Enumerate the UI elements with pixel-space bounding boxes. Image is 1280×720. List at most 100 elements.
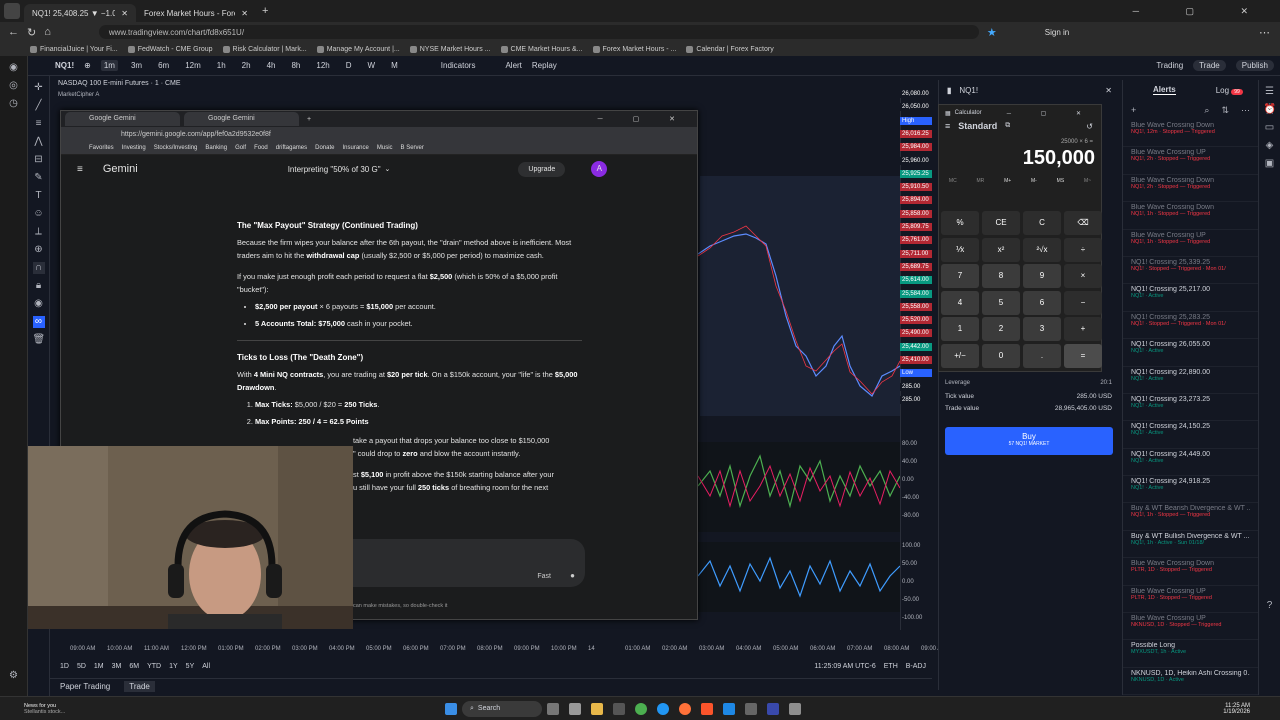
settings-icon[interactable]: ⚙ [8, 670, 20, 682]
app-icon[interactable] [723, 702, 735, 715]
equals-key[interactable]: = [1064, 343, 1102, 368]
digit-1-key[interactable]: 1 [941, 317, 979, 341]
digit-7-key[interactable]: 7 [941, 264, 979, 288]
trendline-icon[interactable]: ╱ [33, 100, 45, 112]
alert-item[interactable]: NQ1! Crossing 26,055.00 NQ1! · Active [1123, 339, 1258, 367]
reciprocal-key[interactable]: ⅟x [941, 237, 979, 262]
firefox-icon[interactable] [679, 702, 691, 715]
trade-button[interactable]: Trade [1193, 60, 1226, 71]
browser-tab-tradingview[interactable]: NQ1! 25,408.25 ▼ −1.06% Smi ✕ [24, 4, 136, 22]
alert-button[interactable]: Alert [505, 61, 521, 70]
avatar[interactable]: A [591, 161, 608, 177]
menu-icon[interactable]: ≡ [945, 121, 950, 131]
app-icon[interactable] [745, 702, 757, 715]
alert-item[interactable]: Blue Wave Crossing Down NQ1!, 1h · Stoppe… [1123, 202, 1258, 230]
chevron-down-icon[interactable]: ⌄ [385, 165, 391, 173]
news-widget[interactable]: News for you Stellantis stock... [0, 703, 110, 715]
menu-icon[interactable]: ≡ [77, 164, 83, 175]
memory-subtract[interactable]: M- [1031, 178, 1037, 184]
sidebar-icon[interactable]: ◉ [8, 62, 20, 74]
backspace-key[interactable]: ⌫ [1064, 211, 1102, 235]
timeframe-12m[interactable]: 12m [182, 60, 204, 71]
more-icon[interactable]: ⋯ [1241, 105, 1250, 116]
bookmark[interactable]: Calendar | Forex Factory [686, 45, 774, 53]
screens-icon[interactable]: ▣ [1264, 158, 1276, 170]
search-icon[interactable]: ⌕ [1204, 105, 1209, 116]
bookmark[interactable]: Forex Market Hours - ... [592, 45, 676, 53]
history-icon[interactable]: ↺ [1086, 122, 1093, 131]
taskview-icon[interactable] [547, 702, 559, 715]
chrome-icon[interactable] [635, 702, 647, 715]
bookmark[interactable]: Stocks/Investing [154, 145, 198, 151]
new-tab-icon[interactable]: + [262, 5, 268, 17]
percent-key[interactable]: % [941, 211, 979, 235]
alert-item[interactable]: Possible Long MYXUSDT, 1h · Active [1123, 640, 1258, 668]
watchlist-icon[interactable]: ☰ [1264, 86, 1276, 98]
bookmark[interactable]: Manage My Account |... [316, 45, 400, 53]
close-icon[interactable]: ✕ [241, 9, 248, 18]
trade-tab[interactable]: Trade [124, 681, 155, 692]
brave-icon[interactable] [701, 702, 713, 715]
time-axis[interactable]: 09:00 AM 10:00 AM 11:00 AM 12:00 PM 01:00 PM… [50, 642, 946, 656]
bookmark[interactable]: FedWatch - CME Group [127, 45, 213, 53]
sidebar-icon[interactable]: ◷ [8, 98, 20, 110]
digit-6-key[interactable]: 6 [1023, 290, 1061, 315]
range-1m[interactable]: 1M [94, 663, 104, 670]
divide-key[interactable]: ÷ [1064, 237, 1102, 262]
alert-item[interactable]: Blue Wave Crossing Down NQ1!, 2h · Stoppe… [1123, 175, 1258, 203]
range-1y[interactable]: 1Y [169, 663, 178, 670]
start-icon[interactable] [445, 702, 457, 715]
alert-item[interactable]: NQ1! Crossing 24,449.00 NQ1! · Active [1123, 449, 1258, 477]
back-icon[interactable]: ← [8, 26, 19, 38]
settings-icon[interactable] [569, 702, 581, 715]
alert-item[interactable]: Blue Wave Crossing Down PLTR, 1D · Stoppe… [1123, 558, 1258, 586]
sidebar-icon[interactable]: ◎ [8, 80, 20, 92]
zoom-icon[interactable]: ⊕ [33, 244, 45, 256]
adjustment-toggle[interactable]: B-ADJ [906, 663, 926, 670]
alert-item[interactable]: NQ1! Crossing 25,217.00 NQ1! · Active [1123, 284, 1258, 312]
buy-button[interactable]: Buy 57 NQ1! MARKET [945, 427, 1113, 455]
microphone-icon[interactable]: ● [570, 571, 575, 580]
clear-key[interactable]: C [1023, 211, 1061, 235]
app-icon[interactable] [789, 702, 801, 715]
memory-store[interactable]: MS [1057, 178, 1065, 184]
more-icon[interactable]: ⋯ [1259, 26, 1270, 39]
alert-item[interactable]: Buy & WT Bullish Divergence & WT ... NQ1!… [1123, 531, 1258, 559]
pattern-icon[interactable]: ⋀ [33, 136, 45, 148]
window-controls[interactable]: ─ ▢ ✕ [1133, 6, 1270, 17]
digit-5-key[interactable]: 5 [982, 290, 1020, 315]
alerts-tab[interactable]: Alerts [1153, 85, 1176, 95]
alerts-icon[interactable]: ⏰ [1264, 104, 1276, 116]
alert-item[interactable]: NQ1! Crossing 24,150.25 NQ1! · Active [1123, 421, 1258, 449]
timeframe-w[interactable]: W [365, 60, 379, 71]
bookmark[interactable]: Music [377, 145, 393, 151]
upgrade-button[interactable]: Upgrade [518, 161, 566, 177]
subtract-key[interactable]: − [1064, 290, 1102, 315]
range-6m[interactable]: 6M [129, 663, 139, 670]
timeframe-1m[interactable]: 1m [100, 60, 118, 71]
digit-8-key[interactable]: 8 [982, 264, 1020, 288]
magnet-icon[interactable]: ∩ [32, 262, 45, 274]
close-icon[interactable]: ✕ [1105, 86, 1112, 95]
range-5d[interactable]: 5D [77, 663, 86, 670]
window-controls[interactable]: ─ ▢ ✕ [1007, 110, 1095, 117]
memory-clear[interactable]: MC [949, 178, 957, 184]
url-field[interactable]: www.tradingview.com/chart/fd8x651U/ [98, 25, 979, 39]
app-icon[interactable] [767, 702, 779, 715]
square-key[interactable]: x² [982, 237, 1020, 262]
window-controls[interactable]: ─ ▢ ✕ [598, 115, 689, 123]
bookmark[interactable]: Insurance [343, 145, 369, 151]
alert-item[interactable]: Buy & WT Bearish Divergence & WT ... NQ1!… [1123, 503, 1258, 531]
close-icon[interactable]: ✕ [121, 9, 128, 18]
bookmark[interactable]: CME Market Hours &... [500, 45, 583, 53]
timeframe-m[interactable]: M [388, 60, 401, 71]
emoji-icon[interactable]: ☺ [33, 208, 45, 220]
symbol-search[interactable]: NQ1! [55, 61, 74, 70]
signin-button[interactable]: Sign in [1045, 28, 1069, 37]
paper-trading-tab[interactable]: Paper Trading [60, 682, 110, 691]
timeframe-1h[interactable]: 1h [214, 60, 229, 71]
add-symbol-icon[interactable]: ⊕ [84, 61, 91, 70]
new-tab-icon[interactable]: + [307, 116, 311, 123]
chat-icon[interactable]: ▭ [1264, 122, 1276, 134]
trash-icon[interactable]: 🗑︎ [33, 334, 46, 346]
